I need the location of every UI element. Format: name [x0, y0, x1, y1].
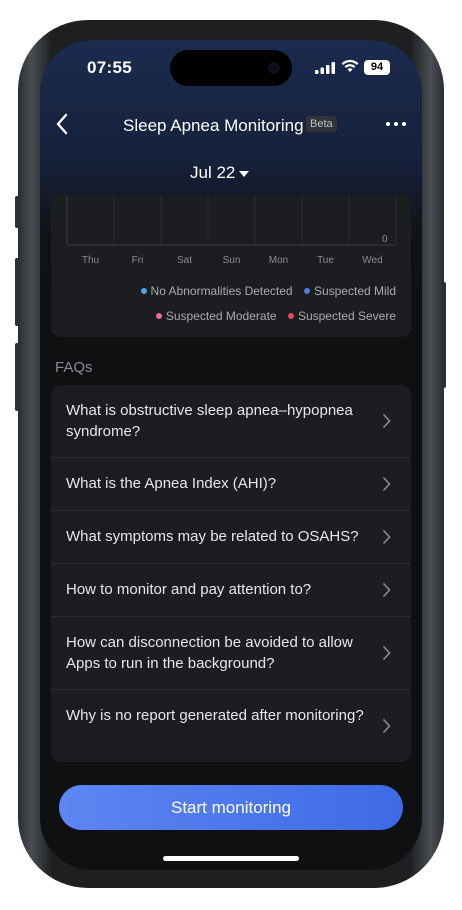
faq-question: What symptoms may be related to OSAHS?	[66, 528, 359, 545]
faq-item[interactable]: Why is no report generated after monitor…	[51, 690, 411, 762]
signal-icon	[315, 62, 335, 74]
legend-row-1: No Abnormalities Detected Suspected Mild	[133, 284, 396, 298]
x-tick-label: Fri	[132, 255, 144, 266]
legend-row-2: Suspected Moderate Suspected Severe	[148, 309, 396, 323]
camera-dot	[268, 62, 280, 74]
power-button	[442, 282, 446, 388]
volume-down-button	[15, 343, 19, 411]
faq-section-title: FAQs	[55, 359, 93, 376]
legend-label: Suspected Moderate	[165, 309, 277, 323]
legend-dot-icon	[155, 312, 162, 319]
faq-question: How to monitor and pay attention to?	[66, 581, 312, 598]
legend-label: Suspected Severe	[297, 309, 396, 323]
chevron-right-icon	[383, 646, 391, 660]
faq-item[interactable]: What is obstructive sleep apnea–hypopnea…	[51, 385, 411, 458]
chevron-right-icon	[383, 477, 391, 491]
legend-dot-icon	[303, 287, 310, 294]
faq-item[interactable]: What is the Apnea Index (AHI)?	[51, 458, 411, 510]
faq-question: Why is no report generated after monitor…	[66, 707, 364, 724]
wifi-icon	[341, 59, 359, 72]
chevron-right-icon	[383, 414, 391, 428]
x-tick-label: Sat	[177, 255, 192, 266]
action-button	[15, 196, 19, 228]
back-icon[interactable]	[50, 110, 74, 140]
more-icon[interactable]	[386, 122, 410, 130]
faq-item[interactable]: What symptoms may be related to OSAHS?	[51, 511, 411, 563]
chart-card: 0 Thu Fri Sat Sun Mon Tue Wed No Abnormalities …	[51, 195, 411, 337]
nav-bar: Sleep Apnea Monitoring Beta	[40, 110, 422, 140]
chevron-right-icon	[383, 530, 391, 544]
chevron-right-icon	[383, 583, 391, 597]
volume-up-button	[15, 258, 19, 326]
page-title: Sleep Apnea Monitoring	[123, 116, 304, 135]
y-tick-label: 0	[382, 234, 388, 245]
weekly-chart: 0 Thu Fri Sat Sun Mon Tue Wed	[66, 195, 397, 266]
x-tick-label: Thu	[82, 255, 99, 266]
beta-badge: Beta	[306, 116, 337, 132]
faq-question: What is obstructive sleep apnea–hypopnea…	[66, 402, 353, 440]
home-indicator[interactable]	[163, 856, 299, 861]
faq-item[interactable]: How can disconnection be avoided to allo…	[51, 617, 411, 690]
faq-question: What is the Apnea Index (AHI)?	[66, 475, 277, 492]
status-bar: 07:55 94	[40, 40, 422, 100]
faq-list: What is obstructive sleep apnea–hypopnea…	[51, 385, 411, 762]
legend-label: No Abnormalities Detected	[150, 284, 293, 298]
status-time: 07:55	[87, 58, 132, 77]
faq-question: How can disconnection be avoided to allo…	[66, 634, 353, 672]
date-selector[interactable]: Jul 22	[190, 163, 250, 183]
chevron-right-icon	[383, 719, 391, 733]
caret-down-icon	[239, 170, 250, 177]
battery-icon: 94	[364, 60, 390, 75]
legend-label: Suspected Mild	[313, 284, 396, 298]
x-tick-label: Mon	[269, 255, 288, 266]
phone-screen: 07:55 94 Sleep Apnea Monitoring Beta Jul…	[40, 40, 422, 870]
legend-item: No Abnormalities Detected	[140, 284, 293, 298]
legend-item: Suspected Mild	[303, 284, 396, 298]
x-tick-label: Wed	[362, 255, 382, 266]
legend-item: Suspected Moderate	[155, 309, 277, 323]
date-label: Jul 22	[190, 163, 236, 182]
legend-item: Suspected Severe	[287, 309, 396, 323]
legend-dot-icon	[140, 287, 147, 294]
start-monitoring-button[interactable]: Start monitoring	[59, 785, 403, 830]
x-tick-label: Sun	[223, 255, 241, 266]
x-tick-label: Tue	[317, 255, 334, 266]
dynamic-island	[170, 50, 292, 86]
faq-item[interactable]: How to monitor and pay attention to?	[51, 564, 411, 616]
legend-dot-icon	[287, 312, 294, 319]
